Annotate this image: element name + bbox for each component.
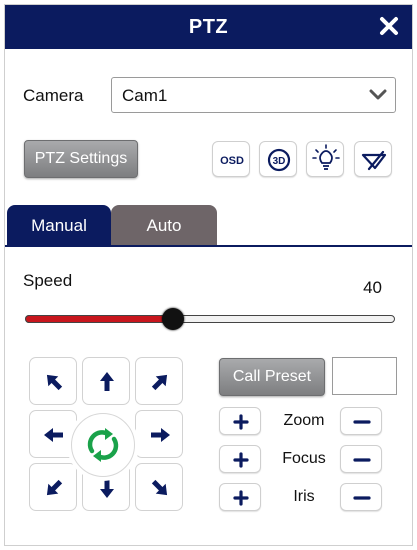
tab-auto[interactable]: Auto (111, 205, 217, 245)
title-bar: PTZ (5, 5, 412, 49)
direction-pad (29, 357, 183, 511)
pan-up-left-button[interactable] (29, 357, 77, 405)
plus-icon (233, 452, 249, 468)
plus-icon (233, 490, 249, 506)
ptz-settings-button[interactable]: PTZ Settings (24, 140, 138, 178)
close-icon (380, 17, 398, 35)
arrow-down-right-icon (151, 479, 168, 496)
osd-button[interactable]: OSD (212, 141, 250, 177)
window-title: PTZ (188, 16, 229, 38)
camera-select-value: Cam1 (122, 86, 168, 105)
wiper-button[interactable] (354, 141, 392, 177)
speed-slider-fill (25, 315, 173, 323)
speed-value: 40 (363, 278, 382, 297)
arrow-up-right-icon (151, 374, 168, 391)
call-preset-button[interactable]: Call Preset (219, 358, 325, 396)
ptz-panel: PTZ Camera Cam1 PTZ Settings OSD 3D Manu… (4, 4, 413, 546)
preset-number-input[interactable] (332, 357, 397, 395)
focus-label: Focus (282, 450, 326, 467)
camera-row: Camera Cam1 (23, 77, 398, 113)
speed-label: Speed (23, 271, 73, 290)
tab-manual[interactable]: Manual (7, 205, 111, 245)
speed-slider-thumb[interactable] (162, 308, 184, 330)
iris-close-button[interactable] (340, 483, 382, 511)
rotate-icon (87, 428, 119, 462)
arrow-up-icon (100, 372, 114, 391)
chevron-down-icon (369, 89, 387, 100)
3d-positioning-icon: 3D (267, 148, 291, 172)
wiper-icon (361, 150, 387, 171)
camera-select[interactable]: Cam1 (111, 77, 396, 113)
speed-slider[interactable] (25, 308, 395, 330)
zoom-out-button[interactable] (340, 407, 382, 435)
plus-icon (233, 414, 249, 430)
svg-text:3D: 3D (273, 156, 286, 167)
minus-icon (353, 496, 371, 500)
osd-icon: OSD (220, 155, 244, 167)
pan-down-right-button[interactable] (135, 463, 183, 511)
camera-label: Camera (23, 86, 84, 105)
minus-icon (353, 420, 371, 424)
arrow-down-left-icon (46, 479, 63, 496)
focus-far-button[interactable] (340, 445, 382, 473)
zoom-in-button[interactable] (219, 407, 261, 435)
mode-tabs: Manual Auto (5, 205, 412, 247)
iris-label: Iris (293, 488, 315, 505)
tab-underline (5, 245, 412, 247)
pan-down-left-button[interactable] (29, 463, 77, 511)
light-bulb-icon (312, 144, 340, 170)
3d-button[interactable]: 3D (259, 141, 297, 177)
tilt-up-button[interactable] (82, 357, 130, 405)
pan-right-button[interactable] (135, 410, 183, 458)
svg-text:OSD: OSD (220, 155, 244, 167)
pan-left-button[interactable] (29, 410, 77, 458)
zoom-label: Zoom (283, 412, 325, 429)
close-button[interactable] (376, 13, 402, 39)
pan-up-right-button[interactable] (135, 357, 183, 405)
minus-icon (353, 458, 371, 462)
light-button[interactable] (306, 141, 344, 177)
iris-open-button[interactable] (219, 483, 261, 511)
focus-near-button[interactable] (219, 445, 261, 473)
auto-rotate-button[interactable] (71, 413, 135, 477)
arrow-up-left-icon (46, 374, 63, 391)
arrow-right-icon (151, 428, 170, 442)
